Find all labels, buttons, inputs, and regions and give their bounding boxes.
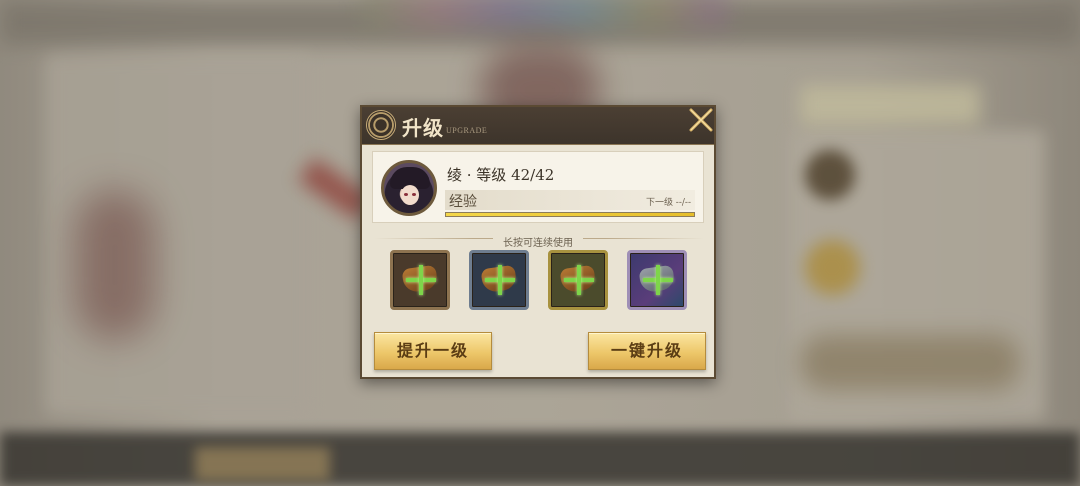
character-avatar	[381, 160, 437, 216]
exp-item-3[interactable]	[548, 250, 608, 310]
hint-row: 长按可连续使用	[362, 231, 714, 250]
exp-item-2[interactable]	[469, 250, 529, 310]
exp-item-list	[388, 250, 688, 312]
exp-progress-fill	[446, 213, 694, 216]
long-press-hint: 长按可连续使用	[493, 234, 583, 249]
exp-item-1[interactable]	[390, 250, 450, 310]
next-level-label: 下一级 --/--	[645, 198, 691, 208]
exp-label: 经验	[449, 194, 477, 210]
exp-item-4[interactable]	[627, 250, 687, 310]
character-card: 绫 · 等级 42/42 经验 下一级 --/--	[372, 151, 704, 223]
emblem-icon	[366, 110, 396, 140]
dialog-subtitle: UPGRADE	[446, 126, 488, 135]
one-click-upgrade-button[interactable]: 一键升级	[588, 332, 706, 370]
exp-row: 经验 下一级 --/--	[445, 190, 695, 210]
dialog-header: 升级 UPGRADE	[362, 107, 714, 145]
exp-progress-bar	[445, 212, 695, 217]
upgrade-dialog: 升级 UPGRADE 绫 · 等级 42/42 经验 下一级 --/-- 长按可…	[360, 105, 716, 379]
character-name-level: 绫 · 等级 42/42	[447, 166, 555, 184]
upgrade-one-level-button[interactable]: 提升一级	[374, 332, 492, 370]
dialog-title: 升级	[402, 116, 444, 140]
close-x-icon[interactable]	[684, 103, 718, 137]
